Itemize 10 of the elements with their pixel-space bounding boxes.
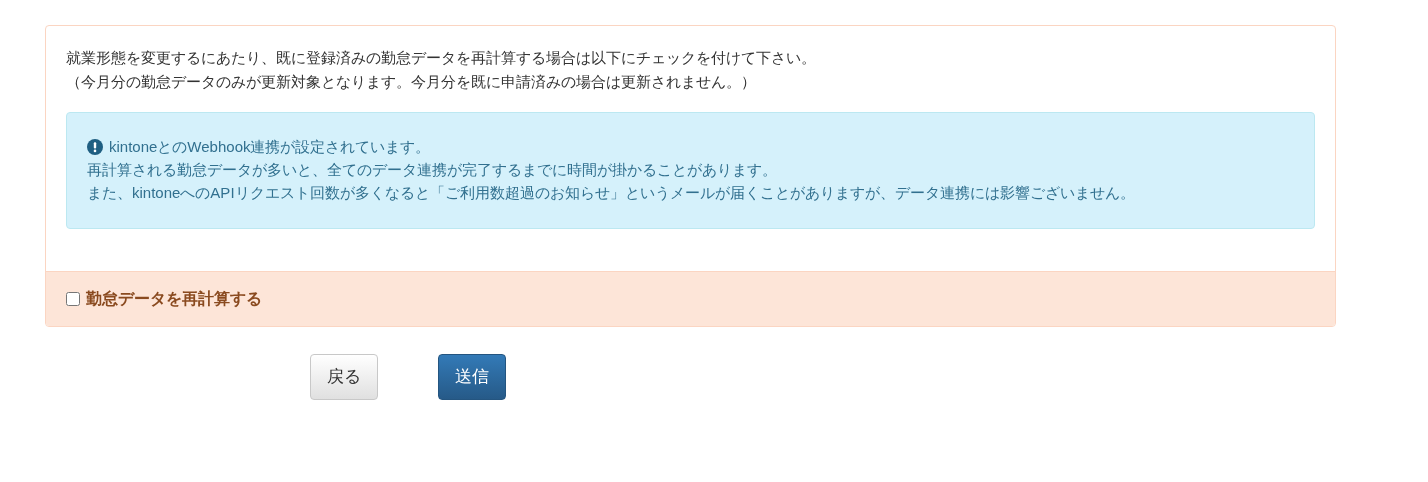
alert-title: kintoneとのWebhook連携が設定されています。 bbox=[109, 137, 431, 157]
back-button[interactable]: 戻る bbox=[310, 354, 378, 400]
alert-text: 再計算される勤怠データが多いと、全てのデータ連携が完了するまでに時間が掛かることがあります。 bbox=[87, 160, 778, 180]
alert-text: また、kintoneへのAPIリクエスト回数が多くなると「ご利用数超過のお知らせ」というメールが届くことがありますが、データ連携には影響ございません。 bbox=[87, 183, 1136, 203]
instruction-text: （今月分の勤怠データのみが更新対象となります。今月分を既に申請済みの場合は更新されません。） bbox=[66, 72, 757, 92]
instruction-text: 就業形態を変更するにあたり、既に登録済みの勤怠データを再計算する場合は以下にチェックを付けて下さい。 bbox=[66, 48, 817, 68]
checkbox-label: 勤怠データを再計算する bbox=[86, 289, 262, 309]
recalculate-checkbox[interactable] bbox=[66, 292, 80, 306]
submit-button[interactable]: 送信 bbox=[438, 354, 506, 400]
exclamation-icon bbox=[87, 138, 103, 155]
